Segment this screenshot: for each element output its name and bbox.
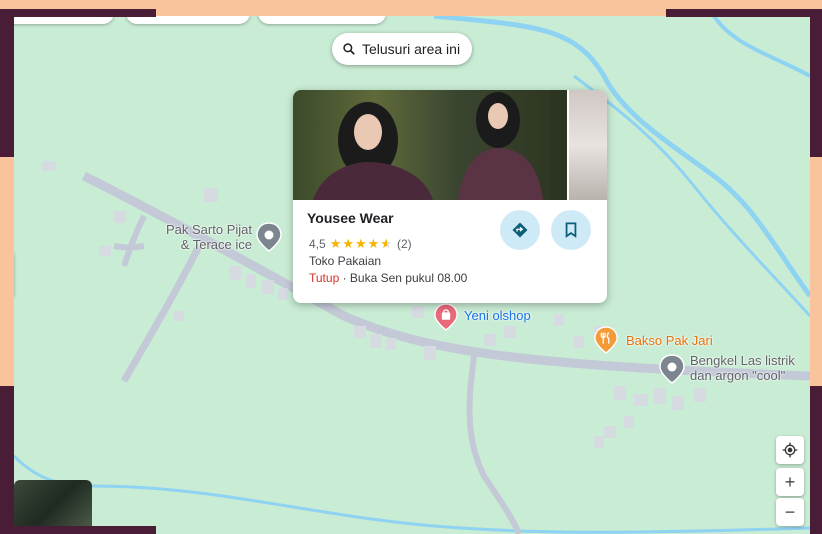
place-label-bakso-pak-jari[interactable]: Bakso Pak Jari bbox=[626, 333, 713, 348]
star-rating-icon: ★★★★★★ bbox=[329, 236, 393, 251]
zoom-out-button[interactable]: − bbox=[776, 498, 804, 526]
hours-separator: · bbox=[339, 271, 350, 285]
place-label-line: & Terace ice bbox=[180, 237, 252, 252]
place-name: Yousee Wear bbox=[307, 210, 394, 226]
frame-corner bbox=[0, 9, 14, 157]
save-button[interactable] bbox=[551, 210, 591, 250]
zoom-out-label: − bbox=[784, 501, 796, 522]
restaurant-icon[interactable] bbox=[594, 326, 618, 354]
place-rating: 4,5 ★★★★★★ (2) bbox=[309, 236, 412, 252]
directions-button[interactable] bbox=[500, 210, 540, 250]
place-category: Toko Pakaian bbox=[309, 254, 382, 268]
frame-corner bbox=[810, 9, 822, 157]
my-location-icon bbox=[782, 442, 798, 458]
pin-icon[interactable] bbox=[256, 222, 282, 252]
search-this-area-label: Telusuri area ini bbox=[362, 41, 461, 57]
hours-text: Buka Sen pukul 08.00 bbox=[349, 271, 468, 285]
filter-chip[interactable] bbox=[126, 16, 250, 24]
frame-corner bbox=[0, 526, 156, 534]
filter-chip[interactable] bbox=[14, 16, 114, 24]
frame-corner bbox=[0, 386, 14, 534]
directions-icon bbox=[512, 222, 528, 238]
place-hours: Tutup · Buka Sen pukul 08.00 bbox=[309, 271, 467, 285]
map-canvas[interactable]: Telusuri area ini Pak Sarto Pijat & Tera… bbox=[14, 16, 810, 534]
place-photo[interactable] bbox=[293, 90, 567, 200]
place-label-pak-sarto[interactable]: Pak Sarto Pijat & Terace ice bbox=[156, 222, 252, 252]
search-icon bbox=[343, 43, 355, 55]
rating-value: 4,5 bbox=[309, 237, 326, 251]
pin-icon[interactable] bbox=[659, 354, 685, 384]
place-photo-image bbox=[313, 90, 567, 200]
frame-corner bbox=[0, 9, 156, 17]
shopping-bag-icon[interactable] bbox=[434, 303, 458, 331]
place-card[interactable]: Yousee Wear 4,5 ★★★★★★ (2) Toko Pakaian … bbox=[293, 90, 607, 303]
my-location-button[interactable] bbox=[776, 436, 804, 464]
place-label-line: Pak Sarto Pijat bbox=[166, 222, 252, 237]
frame-corner bbox=[810, 386, 822, 534]
place-label-yeni-olshop[interactable]: Yeni olshop bbox=[464, 308, 531, 323]
zoom-in-label: + bbox=[784, 471, 796, 492]
place-photo[interactable] bbox=[569, 90, 607, 200]
filter-chip[interactable] bbox=[258, 16, 386, 24]
zoom-in-button[interactable]: + bbox=[776, 468, 804, 496]
review-count[interactable]: (2) bbox=[397, 237, 412, 251]
place-label-line: Bengkel Las listrik bbox=[690, 353, 795, 368]
open-status: Tutup bbox=[309, 271, 340, 285]
bookmark-icon bbox=[565, 222, 577, 238]
search-this-area-button[interactable]: Telusuri area ini bbox=[332, 33, 473, 65]
place-label-line: dan argon "cool" bbox=[690, 368, 786, 383]
frame-corner bbox=[666, 9, 822, 17]
place-label-bengkel-las[interactable]: Bengkel Las listrik dan argon "cool" bbox=[690, 353, 795, 383]
